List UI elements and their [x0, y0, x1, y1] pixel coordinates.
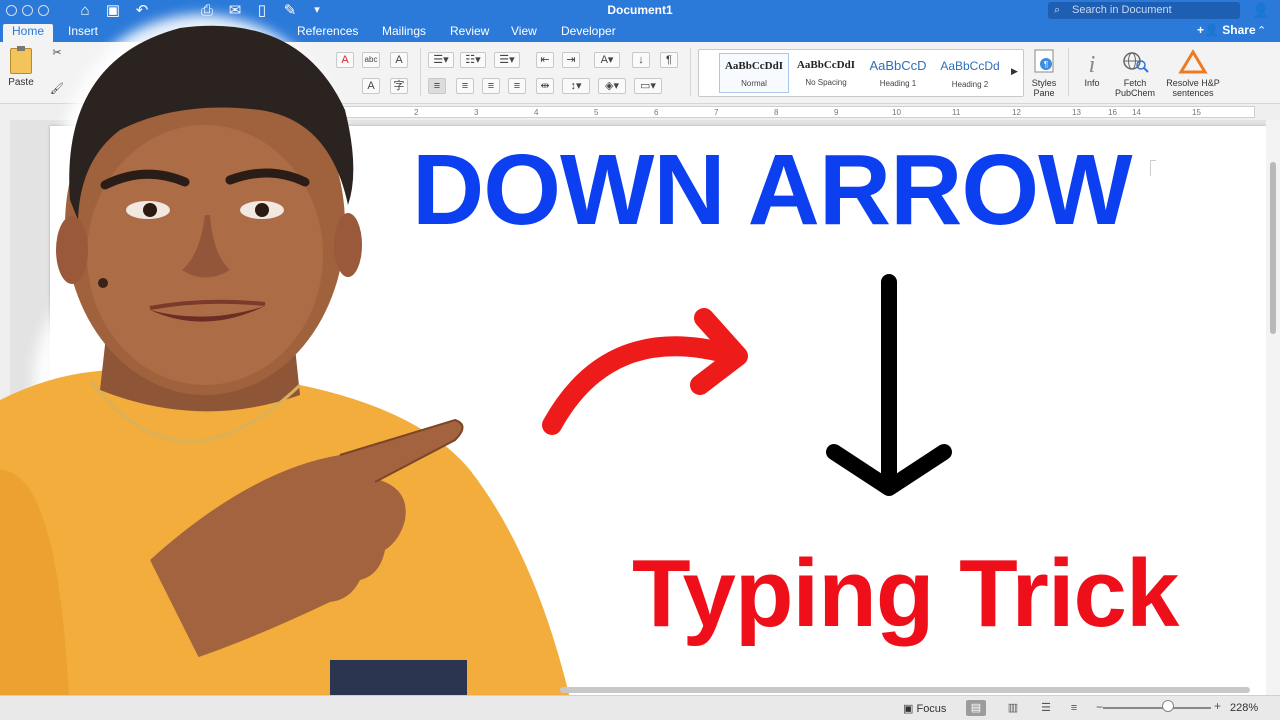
web-layout-view-button[interactable]: ▥	[1003, 700, 1023, 716]
word-window: ⌂ ▣ ↶ ⎙ ✉ ▯ ✎ ▾ Document1 ⌕ Search in Do…	[0, 0, 1280, 720]
focus-mode-button[interactable]: ▣ Focus	[903, 702, 946, 715]
zoom-level[interactable]: 228%	[1230, 702, 1258, 714]
horizontal-scrollbar[interactable]	[560, 687, 1250, 693]
outline-view-button[interactable]: ☰	[1036, 700, 1056, 716]
presenter-photo	[0, 14, 591, 720]
print-layout-view-button[interactable]: ▤	[966, 700, 986, 716]
subline-text: Typing Trick	[632, 540, 1179, 647]
zoom-out-button[interactable]: −	[1096, 700, 1103, 714]
status-bar	[0, 695, 1280, 720]
zoom-slider[interactable]	[1103, 707, 1211, 709]
focus-label: Focus	[916, 703, 947, 715]
draft-view-button[interactable]: ≡	[1064, 700, 1084, 716]
focus-icon: ▣	[903, 703, 914, 715]
zoom-slider-thumb[interactable]	[1162, 700, 1174, 712]
zoom-in-button[interactable]: +	[1214, 699, 1221, 713]
